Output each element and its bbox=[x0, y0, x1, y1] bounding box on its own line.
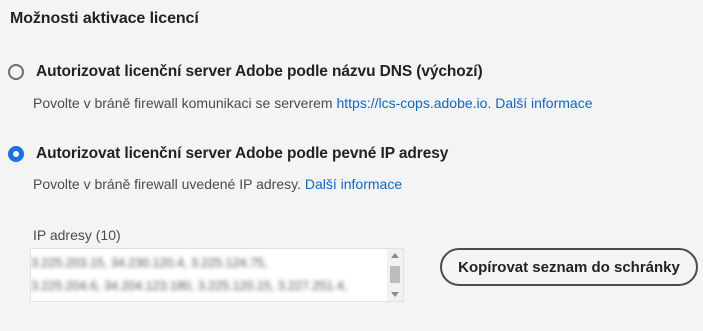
scrollbar[interactable] bbox=[387, 249, 403, 301]
option-label-dns: Autorizovat licenční server Adobe podle … bbox=[36, 63, 483, 80]
ip-addresses-list: 3.225.203.15, 34.230.120.4, 3.225.124.75… bbox=[31, 249, 385, 298]
option-description-dns: Povolte v bráně firewall komunikaci se s… bbox=[33, 95, 593, 111]
section-title: Možnosti aktivace licencí bbox=[10, 10, 199, 27]
ip-line: 3.225.204.6, 34.204.123.180, 3.225.120.1… bbox=[31, 279, 348, 293]
ip-addresses-label: IP adresy (10) bbox=[33, 227, 121, 243]
copy-list-button[interactable]: Kopírovat seznam do schránky bbox=[440, 248, 698, 286]
option-description-ip: Povolte v bráně firewall uvedené IP adre… bbox=[33, 176, 402, 192]
ip-line: 3.225.203.15, 34.230.120.4, 3.225.124.75… bbox=[31, 256, 268, 270]
radio-checked-icon[interactable] bbox=[8, 146, 24, 162]
scrollbar-thumb[interactable] bbox=[390, 266, 400, 283]
scroll-up-arrow-icon[interactable] bbox=[391, 253, 399, 258]
description-text: Povolte v bráně firewall uvedené IP adre… bbox=[33, 176, 305, 192]
ip-addresses-textarea[interactable]: 3.225.203.15, 34.230.120.4, 3.225.124.75… bbox=[30, 248, 404, 302]
more-info-link-dns[interactable]: Další informace bbox=[495, 95, 592, 111]
server-url-link[interactable]: https://lcs-cops.adobe.io. bbox=[336, 95, 491, 111]
radio-option-dns[interactable]: Autorizovat licenční server Adobe podle … bbox=[8, 63, 483, 81]
scroll-down-arrow-icon[interactable] bbox=[391, 292, 399, 297]
option-label-ip: Autorizovat licenční server Adobe podle … bbox=[36, 145, 449, 162]
more-info-link-ip[interactable]: Další informace bbox=[305, 176, 402, 192]
radio-unchecked-icon[interactable] bbox=[8, 64, 24, 80]
description-text: Povolte v bráně firewall komunikaci se s… bbox=[33, 95, 337, 111]
radio-option-ip[interactable]: Autorizovat licenční server Adobe podle … bbox=[8, 145, 448, 163]
